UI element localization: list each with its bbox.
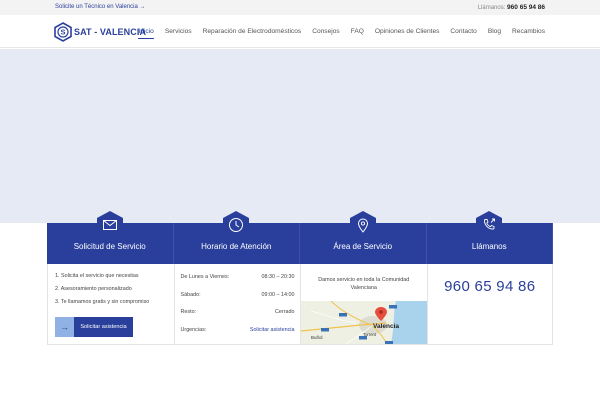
map-label-torrent: Torrent xyxy=(363,332,377,337)
main-nav: Inicio Servicios Reparación de Electrodo… xyxy=(127,15,545,48)
hours-row: Sábado: 09:00 – 14:00 xyxy=(181,292,295,310)
card-title: Llámanos xyxy=(471,242,507,251)
list-item: 3. Te llamamos gratis y sin compromiso xyxy=(55,299,150,305)
arrow-right-icon: → xyxy=(55,317,74,337)
nav-item-opiniones[interactable]: Opiniones de Clientes xyxy=(375,15,440,48)
nav-item-consejos[interactable]: Consejos xyxy=(312,15,340,48)
hours-card: Horario de Atención De Lunes a Viernes: … xyxy=(173,211,300,345)
hours-day: De Lunes a Viernes: xyxy=(180,274,230,280)
card-body: 960 65 94 86 xyxy=(426,264,553,345)
top-call-info: Llámanos: 960 65 94 86 xyxy=(478,0,545,16)
card-header: Llámanos xyxy=(426,211,553,264)
call-card: Llámanos 960 65 94 86 xyxy=(426,211,553,345)
request-assistance-button[interactable]: → Solicitar asistencia xyxy=(55,317,133,337)
area-description: Damos servicio en toda la Comunidad Vale… xyxy=(318,277,410,291)
hours-row: Urgencias: Solicitar asistencia xyxy=(181,327,295,345)
site-header: S SAT - VALENCIA Inicio Servicios Repara… xyxy=(0,15,600,48)
nav-item-faq[interactable]: FAQ xyxy=(351,15,364,48)
hours-time: 09:00 – 14:00 xyxy=(261,291,295,298)
map-pin-icon xyxy=(349,211,376,239)
logo-letter: S xyxy=(60,28,65,37)
clock-icon xyxy=(223,211,250,239)
service-request-card: Solicitud de Servicio 1. Solicita el ser… xyxy=(47,211,174,345)
hours-row: Resto: Cerrado xyxy=(181,309,295,327)
phone-number-link[interactable]: 960 65 94 86 xyxy=(428,278,553,295)
card-header: Solicitud de Servicio xyxy=(47,211,174,264)
hours-time: Cerrado xyxy=(275,309,295,315)
hours-time: 08:30 – 20:30 xyxy=(261,274,295,280)
service-steps: 1. Solicita el servicio que necesitas 2.… xyxy=(55,273,149,312)
card-body: De Lunes a Viernes: 08:30 – 20:30 Sábado… xyxy=(173,264,300,345)
request-technician-link[interactable]: Solicite un Técnico en Valencia → xyxy=(55,0,146,15)
nav-item-recambios[interactable]: Recambios xyxy=(512,15,545,48)
service-area-card: Área de Servicio Damos servicio en toda … xyxy=(300,211,427,345)
nav-item-contacto[interactable]: Contacto xyxy=(450,15,476,48)
card-body: Damos servicio en toda la Comunidad Vale… xyxy=(300,264,427,345)
card-title: Horario de Atención xyxy=(201,242,272,251)
hours-day: Urgencias: xyxy=(180,326,207,333)
service-area-map[interactable]: Valencia Buñol Torrent xyxy=(301,301,427,344)
map-label-valencia: Valencia xyxy=(373,323,399,330)
hours-day: Resto: xyxy=(180,309,197,315)
hero-banner xyxy=(0,49,600,223)
envelope-icon xyxy=(96,211,123,239)
nav-item-inicio[interactable]: Inicio xyxy=(138,15,155,48)
top-bar: Solicite un Técnico en Valencia → Lláman… xyxy=(0,0,600,15)
urgent-assistance-link[interactable]: Solicitar asistencia xyxy=(250,327,295,333)
hours-table: De Lunes a Viernes: 08:30 – 20:30 Sábado… xyxy=(181,274,295,344)
map-image: Valencia Buñol Torrent xyxy=(301,301,427,344)
info-cards: Solicitud de Servicio 1. Solicita el ser… xyxy=(47,211,553,345)
card-title: Área de Servicio xyxy=(333,242,393,251)
card-header: Horario de Atención xyxy=(173,211,300,264)
card-header: Área de Servicio xyxy=(300,211,427,264)
request-assistance-label: Solicitar asistencia xyxy=(74,317,133,337)
phone-icon xyxy=(476,211,503,239)
list-item: 1. Solicita el servicio que necesitas xyxy=(55,273,139,279)
card-title: Solicitud de Servicio xyxy=(73,242,146,251)
nav-item-reparacion[interactable]: Reparación de Electrodomésticos xyxy=(203,15,302,48)
card-body: 1. Solicita el servicio que necesitas 2.… xyxy=(47,264,174,345)
hours-row: De Lunes a Viernes: 08:30 – 20:30 xyxy=(181,274,295,292)
top-phone-number[interactable]: 960 65 94 86 xyxy=(507,4,545,11)
logo-hexagon-icon: S xyxy=(54,22,72,42)
list-item: 2. Asesoramiento personalizado xyxy=(55,286,132,292)
hours-day: Sábado: xyxy=(180,291,201,298)
nav-item-blog[interactable]: Blog xyxy=(488,15,501,48)
map-label-bunol: Buñol xyxy=(311,335,323,340)
call-label: Llámanos: xyxy=(477,5,506,11)
nav-item-servicios[interactable]: Servicios xyxy=(165,15,192,48)
